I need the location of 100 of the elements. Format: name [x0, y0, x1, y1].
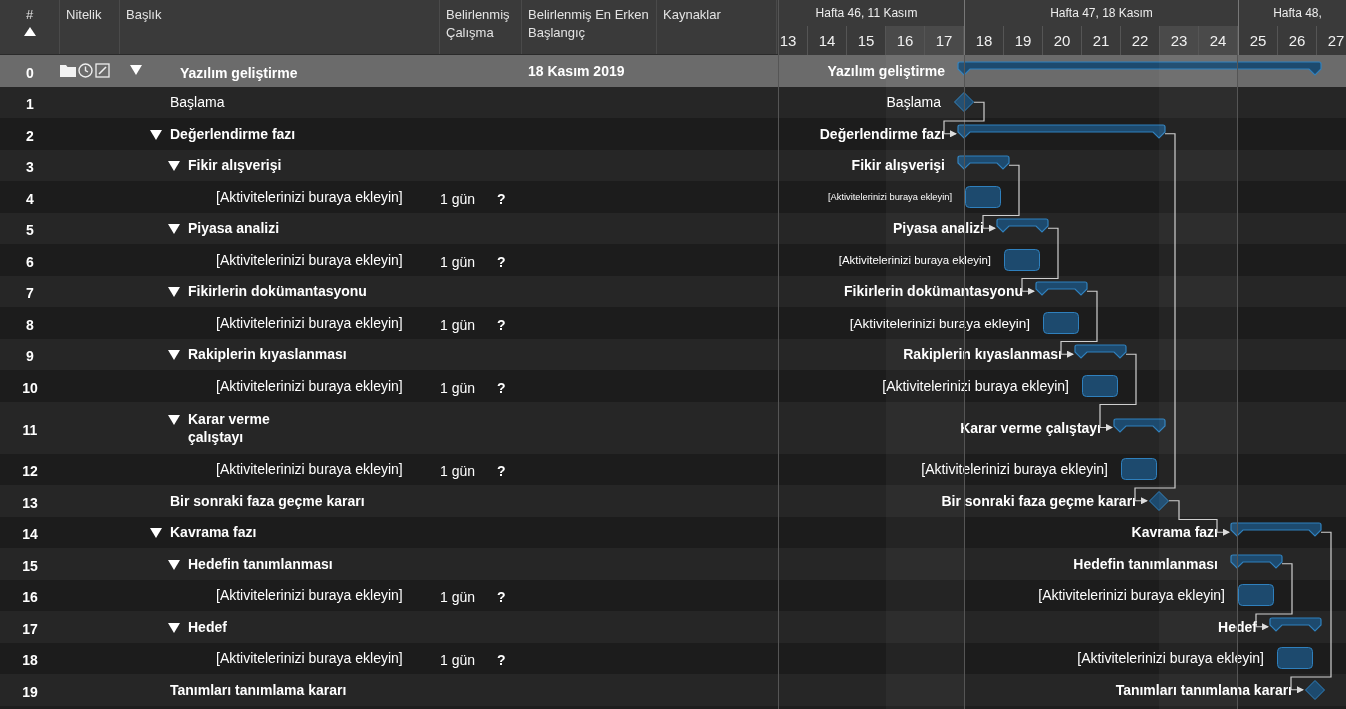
bar-label: Fikir alışverişi: [851, 157, 945, 174]
day-header: 21: [1082, 26, 1121, 55]
caret-down-icon[interactable]: [168, 160, 180, 173]
summary-bar[interactable]: [1231, 523, 1321, 538]
estimate-mark: ?: [497, 379, 506, 396]
day-header: 25: [1239, 26, 1278, 55]
task-title: [Aktivitelerinizi buraya ekleyin]: [216, 250, 403, 269]
summary-bar[interactable]: [1075, 345, 1126, 360]
day-header: 20: [1043, 26, 1082, 55]
table-row[interactable]: 3 Fikir alışverişi: [0, 149, 778, 181]
task-bar[interactable]: [1277, 647, 1313, 670]
row-number: 5: [26, 221, 34, 239]
summary-bar[interactable]: [1114, 418, 1165, 433]
task-title: Tanımları tanımlama kararı: [170, 680, 347, 699]
task-title: [Aktivitelerinizi buraya ekleyin]: [216, 376, 403, 395]
column-header[interactable]: Belirlenmiş En Erken Başlangıç: [528, 6, 650, 42]
bar-label: [Aktivitelerinizi buraya ekleyin]: [849, 315, 1030, 331]
day-header: 23: [1160, 26, 1199, 55]
summary-bar[interactable]: [1270, 617, 1321, 632]
bar-label: [Aktivitelerinizi buraya ekleyin]: [828, 191, 952, 202]
sort-ascending-icon[interactable]: [23, 27, 36, 36]
column-header[interactable]: Başlık: [126, 6, 162, 24]
day-header: 18: [965, 26, 1004, 55]
task-title: Yazılım geliştirme: [180, 63, 298, 82]
caret-down-icon[interactable]: [168, 621, 180, 634]
milestone-diamond[interactable]: [1305, 679, 1325, 700]
bar-label: Hedefin tanımlanması: [1073, 555, 1218, 572]
note-icon: [95, 63, 110, 79]
task-title: Hedef: [188, 617, 227, 636]
task-title: Fikirlerin dokümantasyonu: [188, 282, 367, 301]
row-number: 1: [26, 95, 34, 113]
work-duration: 1 gün: [440, 463, 476, 480]
folder-icon: [60, 64, 76, 78]
day-header: 16: [886, 26, 925, 55]
task-bar[interactable]: [1238, 584, 1274, 607]
caret-down-icon[interactable]: [150, 128, 162, 141]
task-bar[interactable]: [1121, 458, 1157, 481]
milestone-diamond[interactable]: [954, 92, 974, 113]
caret-down-icon[interactable]: [168, 349, 180, 362]
bar-label: Fikirlerin dokümantasyonu: [844, 283, 1023, 300]
row-number: 11: [22, 420, 38, 438]
table-row[interactable]: 1 Başlama: [0, 86, 778, 118]
bar-label: Piyasa analizi: [892, 220, 984, 237]
bar-label: Başlama: [886, 94, 941, 111]
bar-label: Hedef: [1218, 618, 1257, 635]
table-row[interactable]: 9 Rakiplerin kıyaslanması: [0, 338, 778, 370]
table-row[interactable]: 15 Hedefin tanımlanması: [0, 548, 778, 580]
bar-label: Kavrama fazı: [1131, 524, 1218, 541]
task-title: Rakiplerin kıyaslanması: [188, 345, 347, 364]
row-number: 8: [26, 315, 34, 333]
row-number: 15: [22, 556, 38, 574]
summary-bar[interactable]: [997, 219, 1048, 234]
column-header[interactable]: #: [25, 6, 34, 24]
column-header[interactable]: Kaynaklar: [663, 6, 721, 24]
week-header: Hafta 47, 18 Kasım: [965, 0, 1238, 26]
task-bar[interactable]: [1043, 311, 1079, 334]
bar-label: Karar verme çalıştayı: [960, 419, 1101, 436]
task-bar[interactable]: [1004, 248, 1040, 271]
day-header: 19: [1004, 26, 1043, 55]
table-row[interactable]: 0 Yazılım geliştirme 18 Kasım 2019: [0, 55, 778, 87]
day-header: 26: [1278, 26, 1317, 55]
bar-label: [Aktivitelerinizi buraya ekleyin]: [1038, 587, 1225, 604]
caret-down-icon[interactable]: [168, 413, 180, 426]
bar-label: Tanımları tanımlama kararı: [1115, 681, 1292, 698]
row-number: 19: [22, 682, 38, 700]
milestone-diamond[interactable]: [1149, 490, 1169, 511]
summary-bar[interactable]: [1036, 282, 1087, 297]
estimate-mark: ?: [497, 316, 506, 333]
task-bar[interactable]: [1082, 374, 1118, 397]
row-number: 4: [26, 189, 34, 207]
row-number: 2: [26, 126, 34, 144]
table-row[interactable]: 19 Tanımları tanımlama kararı: [0, 674, 778, 706]
task-title: Bir sonraki faza geçme kararı: [170, 491, 365, 510]
summary-bar[interactable]: [1231, 554, 1282, 569]
caret-down-icon[interactable]: [168, 223, 180, 236]
table-row[interactable]: 17 Hedef: [0, 611, 778, 643]
task-title: Piyasa analizi: [188, 219, 280, 238]
start-date: 18 Kasım 2019: [527, 62, 625, 79]
table-row[interactable]: 11 Karar verme çalıştayı: [0, 401, 778, 454]
summary-bar[interactable]: [958, 124, 1165, 139]
work-duration: 1 gün: [440, 253, 476, 270]
bar-label: Rakiplerin kıyaslanması: [903, 346, 1062, 363]
week-header: Hafta 46, 11 Kasım: [779, 0, 964, 26]
caret-down-icon[interactable]: [150, 527, 162, 540]
table-row[interactable]: 13 Bir sonraki faza geçme kararı: [0, 485, 778, 517]
caret-down-icon[interactable]: [168, 558, 180, 571]
column-header[interactable]: Belirlenmiş Çalışma: [446, 6, 515, 42]
estimate-mark: ?: [497, 652, 506, 669]
task-title: Başlama: [170, 93, 225, 112]
bar-label: Bir sonraki faza geçme kararı: [941, 492, 1136, 509]
task-title: [Aktivitelerinizi buraya ekleyin]: [216, 460, 403, 479]
table-row[interactable]: 7 Fikirlerin dokümantasyonu: [0, 275, 778, 307]
table-row[interactable]: 5 Piyasa analizi: [0, 212, 778, 244]
summary-bar[interactable]: [958, 156, 1009, 171]
column-header[interactable]: Nitelik: [66, 6, 102, 24]
caret-down-icon[interactable]: [168, 286, 180, 299]
day-header: 22: [1121, 26, 1160, 55]
row-number: 18: [22, 651, 38, 669]
task-bar[interactable]: [965, 185, 1001, 208]
bar-label: Değerlendirme fazı: [819, 125, 945, 142]
